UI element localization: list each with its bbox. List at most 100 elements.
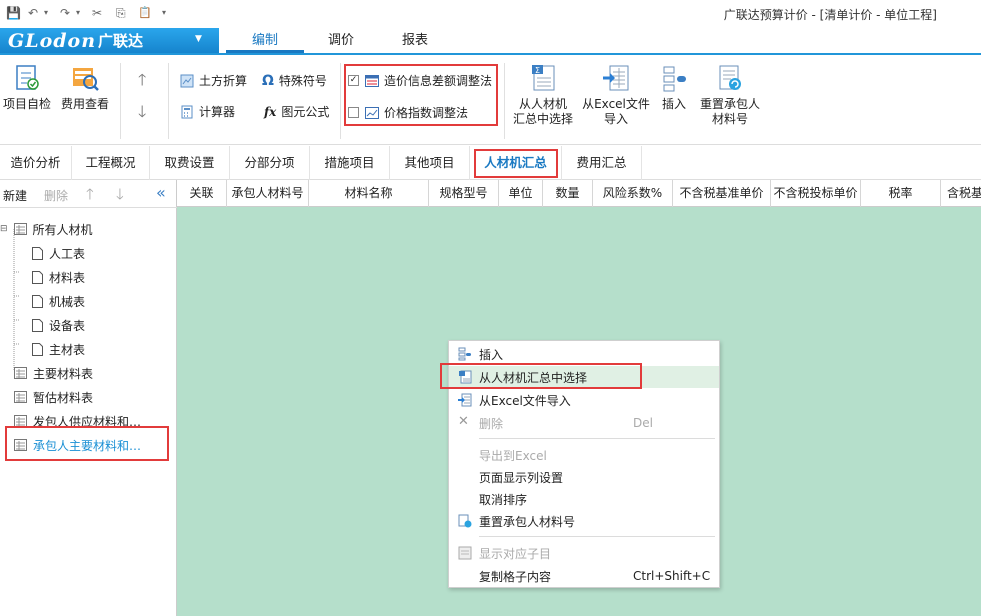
menu-item-import-excel[interactable]: 从Excel文件导入 xyxy=(449,389,719,411)
tree-node-provisional[interactable]: 暂估材料表 xyxy=(14,386,93,408)
tab-edit[interactable]: 编制 xyxy=(226,32,304,53)
tree-node-equipment[interactable]: 设备表 xyxy=(32,314,85,336)
tree-node-label: 暂估材料表 xyxy=(33,390,94,405)
tree-node-major-materials[interactable]: 主要材料表 xyxy=(14,362,93,384)
earthwork-button[interactable]: 土方折算 xyxy=(180,72,247,89)
tree-node-label: 设备表 xyxy=(49,318,86,333)
tab-measures[interactable]: 措施项目 xyxy=(310,146,390,180)
calculator-icon xyxy=(181,105,193,118)
menu-item-label: 复制格子内容 xyxy=(479,569,552,584)
column-header[interactable]: 数量 xyxy=(543,180,593,207)
column-header[interactable]: 不含税投标单价 xyxy=(771,180,861,207)
tab-price-adjust[interactable]: 调价 xyxy=(314,32,368,53)
insert-button[interactable]: 插入 xyxy=(656,63,692,112)
select-from-summary-button[interactable]: Σ 从人材机 汇总中选择 xyxy=(510,63,576,127)
collapse-icon[interactable]: « xyxy=(156,183,166,202)
move-up-button[interactable]: 🡑 xyxy=(138,69,146,96)
menu-item-label: 从人材机汇总中选择 xyxy=(479,370,588,385)
document-icon xyxy=(32,318,43,332)
menu-item-export-excel[interactable]: 导出到Excel xyxy=(449,444,719,466)
column-header[interactable]: 含税基 xyxy=(941,180,981,207)
index-adjust-option[interactable]: 价格指数调整法 xyxy=(348,104,468,121)
reset-icon xyxy=(719,65,741,90)
svg-text:Σ: Σ xyxy=(535,66,540,75)
index-adjust-checkbox[interactable] xyxy=(348,107,359,118)
redo-icon[interactable]: ↷ xyxy=(60,5,70,21)
undo-icon[interactable]: ↶ xyxy=(28,5,38,21)
undo-dropdown-icon[interactable]: ▾ xyxy=(44,5,48,21)
column-header[interactable]: 材料名称 xyxy=(309,180,429,207)
tree-node-labor[interactable]: 人工表 xyxy=(32,242,85,264)
menu-item-show-sub-items[interactable]: 显示对应子目 xyxy=(449,542,719,564)
diff-adjust-label: 造价信息差额调整法 xyxy=(384,74,493,88)
tree-node-label: 承包人主要材料和… xyxy=(33,438,142,453)
column-header[interactable]: 税率 xyxy=(861,180,941,207)
move-up-icon[interactable]: 🡑 xyxy=(86,184,94,209)
index-adjust-label: 价格指数调整法 xyxy=(384,106,469,120)
special-symbol-button[interactable]: Ω 特殊符号 xyxy=(262,72,327,89)
calculator-button[interactable]: 计算器 xyxy=(180,103,235,120)
copy-icon[interactable]: ⎘ xyxy=(116,5,126,21)
column-header[interactable]: 关联 xyxy=(177,180,227,207)
column-header[interactable]: 风险系数% xyxy=(593,180,673,207)
menu-item-column-settings[interactable]: 页面显示列设置 xyxy=(449,466,719,488)
reset-material-no-label-1: 重置承包人 xyxy=(699,97,760,111)
sum-table-icon xyxy=(459,370,472,384)
column-header[interactable]: 规格型号 xyxy=(429,180,499,207)
cut-icon[interactable]: ✂ xyxy=(92,5,102,21)
app-menu-button[interactable]: GLodon 广联达 ▼ xyxy=(0,28,219,53)
menu-item-label: 插入 xyxy=(479,347,504,362)
tree-node-all[interactable]: ⊟ 所有人材机 xyxy=(0,218,93,240)
tab-labor-material-summary[interactable]: 人材机汇总 xyxy=(470,146,562,180)
title-bar: 💾 ↶ ▾ ↷ ▾ ✂ ⎘ 📋 ▾ 广联达预算计价 - [清单计价 - 单位工程… xyxy=(0,0,981,28)
tab-cost-analysis[interactable]: 造价分析 xyxy=(0,146,72,180)
tree-node-owner-supplied[interactable]: 发包人供应材料和… xyxy=(14,410,141,432)
tab-project-overview[interactable]: 工程概况 xyxy=(72,146,150,180)
formula-button[interactable]: fx 图元公式 xyxy=(264,103,329,120)
column-header[interactable]: 单位 xyxy=(499,180,543,207)
chart-line-icon xyxy=(365,106,379,119)
diff-adjust-checkbox[interactable]: ✓ xyxy=(348,75,359,86)
menu-item-reset-material-no[interactable]: 重置承包人材料号 xyxy=(449,510,719,532)
tab-other-items[interactable]: 其他项目 xyxy=(390,146,470,180)
menu-item-cancel-sort[interactable]: 取消排序 xyxy=(449,488,719,510)
tab-report[interactable]: 报表 xyxy=(388,32,442,53)
earthwork-icon xyxy=(180,74,194,87)
diff-adjust-option[interactable]: ✓ 造价信息差额调整法 xyxy=(348,72,492,89)
tree-node-label: 主要材料表 xyxy=(33,366,94,381)
column-header[interactable]: 不含税基准单价 xyxy=(673,180,771,207)
menu-item-delete[interactable]: ✕ 删除 Del xyxy=(449,412,719,434)
tree-node-material[interactable]: 材料表 xyxy=(32,266,85,288)
cost-view-button[interactable]: 费用查看 xyxy=(58,63,112,112)
menu-item-copy-cell[interactable]: 复制格子内容 Ctrl+Shift+C xyxy=(449,565,719,587)
menu-item-select-from-summary[interactable]: 从人材机汇总中选择 xyxy=(449,366,719,388)
customize-toolbar-icon[interactable]: ▾ xyxy=(162,5,166,21)
menu-item-label: 重置承包人材料号 xyxy=(479,514,576,529)
insert-row-icon xyxy=(458,347,471,361)
tree-node-contractor-materials[interactable]: 承包人主要材料和… xyxy=(14,434,141,456)
redo-dropdown-icon[interactable]: ▾ xyxy=(76,5,80,21)
menu-item-insert[interactable]: 插入 xyxy=(449,343,719,365)
context-menu: 插入 从人材机汇总中选择 从Excel文件导入 ✕ 删除 Del 导出到Exce… xyxy=(448,340,720,588)
save-icon[interactable]: 💾 xyxy=(6,5,21,21)
function-icon: fx xyxy=(264,104,277,119)
tab-sub-items[interactable]: 分部分项 xyxy=(230,146,310,180)
reset-material-no-button[interactable]: 重置承包人 材料号 xyxy=(696,63,764,127)
delete-button[interactable]: 删除 xyxy=(44,187,68,204)
collapse-toggle-icon[interactable]: ⊟ xyxy=(0,224,8,234)
self-check-button[interactable]: 项目自检 xyxy=(0,63,54,112)
tab-fee-summary[interactable]: 费用汇总 xyxy=(562,146,642,180)
chevron-down-icon: ▼ xyxy=(195,34,202,44)
tree-node-machinery[interactable]: 机械表 xyxy=(32,290,85,312)
column-header[interactable]: 承包人材料号 xyxy=(227,180,309,207)
menu-item-label: 导出到Excel xyxy=(479,448,547,463)
tab-fee-settings[interactable]: 取费设置 xyxy=(150,146,230,180)
move-down-button[interactable]: 🡓 xyxy=(138,101,146,128)
new-button[interactable]: 新建 xyxy=(3,187,27,204)
grid-header: 关联 承包人材料号 材料名称 规格型号 单位 数量 风险系数% 不含税基准单价 … xyxy=(177,180,981,207)
tree-node-main-material[interactable]: 主材表 xyxy=(32,338,85,360)
paste-icon[interactable]: 📋 xyxy=(138,5,152,21)
import-excel-button[interactable]: 从Excel文件 导入 xyxy=(580,63,652,127)
menu-item-label: 删除 xyxy=(479,416,504,431)
move-down-icon[interactable]: 🡓 xyxy=(116,184,124,209)
